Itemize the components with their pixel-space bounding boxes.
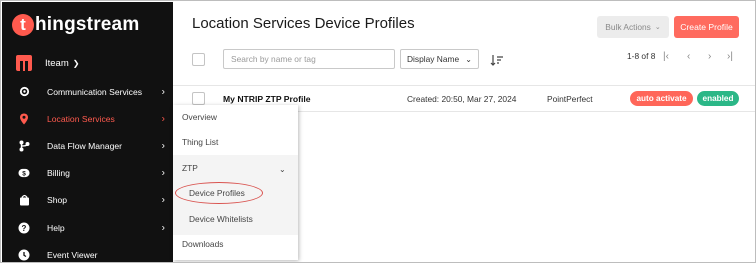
chevron-down-icon: ⌄ bbox=[465, 54, 472, 64]
submenu-item-device-whitelists[interactable]: Device Whitelists bbox=[189, 214, 253, 224]
sidebar-item-label: Event Viewer bbox=[47, 249, 98, 260]
bulk-actions-label: Bulk Actions bbox=[605, 22, 651, 32]
chevron-right-icon: › bbox=[161, 140, 165, 152]
sort-field-select[interactable]: Display Name ⌄ bbox=[400, 49, 479, 69]
chevron-right-icon: › bbox=[161, 86, 165, 98]
sidebar-item-label: Data Flow Manager bbox=[47, 140, 122, 151]
sidebar: t hingstream Iteam ❯ Communication Servi… bbox=[2, 2, 173, 262]
select-all-checkbox[interactable] bbox=[192, 53, 205, 66]
sidebar-item-communication-services[interactable]: Communication Services › bbox=[2, 78, 173, 105]
bulk-actions-button[interactable]: Bulk Actions ⌄ bbox=[597, 16, 669, 38]
sidebar-nav: Communication Services › Location Servic… bbox=[2, 78, 173, 262]
status-badge-auto-activate: auto activate bbox=[630, 91, 693, 106]
team-avatar-icon bbox=[16, 55, 32, 71]
sidebar-item-billing[interactable]: $ Billing › bbox=[2, 160, 173, 187]
pagination-text: 1-8 of 8 bbox=[627, 51, 656, 61]
search-input[interactable] bbox=[223, 49, 395, 69]
next-page-icon[interactable]: › bbox=[708, 51, 711, 62]
chevron-down-icon: ❯ bbox=[72, 58, 80, 68]
svg-text:$: $ bbox=[22, 170, 26, 177]
billing-icon: $ bbox=[18, 167, 30, 179]
team-selector[interactable]: Iteam ❯ bbox=[16, 55, 79, 71]
sidebar-item-data-flow-manager[interactable]: Data Flow Manager › bbox=[2, 132, 173, 159]
logo-mark: t bbox=[12, 14, 34, 36]
profile-service: PointPerfect bbox=[547, 94, 593, 104]
logo-text: hingstream bbox=[35, 14, 140, 35]
chevron-down-icon: ⌄ bbox=[279, 165, 286, 174]
sort-order-icon[interactable] bbox=[490, 53, 504, 66]
sidebar-item-label: Communication Services bbox=[47, 86, 143, 97]
submenu-item-overview[interactable]: Overview bbox=[182, 112, 217, 122]
sidebar-item-event-viewer[interactable]: Event Viewer bbox=[2, 241, 173, 262]
chevron-right-icon: › bbox=[161, 113, 165, 125]
sort-field-value: Display Name bbox=[407, 54, 460, 64]
last-page-icon[interactable]: ›| bbox=[727, 51, 733, 62]
team-label: Iteam bbox=[45, 57, 69, 69]
sidebar-item-shop[interactable]: Shop › bbox=[2, 187, 173, 214]
status-badge-enabled: enabled bbox=[697, 91, 739, 106]
chevron-right-icon: › bbox=[161, 222, 165, 234]
app-window: t hingstream Iteam ❯ Communication Servi… bbox=[0, 0, 756, 263]
previous-page-icon[interactable]: ‹ bbox=[687, 51, 690, 62]
profile-created: Created: 20:50, Mar 27, 2024 bbox=[407, 94, 517, 104]
row-checkbox[interactable] bbox=[192, 92, 205, 105]
submenu-item-ztp[interactable]: ZTP bbox=[182, 163, 198, 173]
shop-bag-icon bbox=[18, 194, 30, 206]
sidebar-item-location-services[interactable]: Location Services › bbox=[2, 105, 173, 132]
chevron-right-icon: › bbox=[161, 167, 165, 179]
sidebar-item-label: Help bbox=[47, 222, 65, 233]
profile-name[interactable]: My NTRIP ZTP Profile bbox=[223, 94, 311, 104]
page-title: Location Services Device Profiles bbox=[192, 15, 415, 32]
help-icon: ? bbox=[18, 222, 30, 234]
gear-icon bbox=[18, 86, 30, 98]
first-page-icon[interactable]: |‹ bbox=[663, 51, 669, 62]
sidebar-item-label: Location Services bbox=[47, 113, 115, 124]
thingstream-logo[interactable]: t hingstream bbox=[12, 12, 139, 38]
sidebar-item-label: Billing bbox=[47, 168, 70, 179]
create-profile-button[interactable]: Create Profile bbox=[674, 16, 739, 38]
location-pin-icon bbox=[18, 113, 30, 125]
chevron-down-icon: ⌄ bbox=[654, 24, 661, 31]
sidebar-item-label: Shop bbox=[47, 195, 68, 206]
event-viewer-icon bbox=[18, 249, 30, 261]
flow-icon bbox=[18, 140, 30, 152]
chevron-right-icon: › bbox=[161, 194, 165, 206]
submenu-item-downloads[interactable]: Downloads bbox=[182, 239, 223, 249]
svg-text:?: ? bbox=[22, 224, 27, 233]
submenu-item-thing-list[interactable]: Thing List bbox=[182, 137, 218, 147]
sidebar-item-help[interactable]: ? Help › bbox=[2, 214, 173, 241]
highlight-annotation bbox=[175, 182, 263, 204]
